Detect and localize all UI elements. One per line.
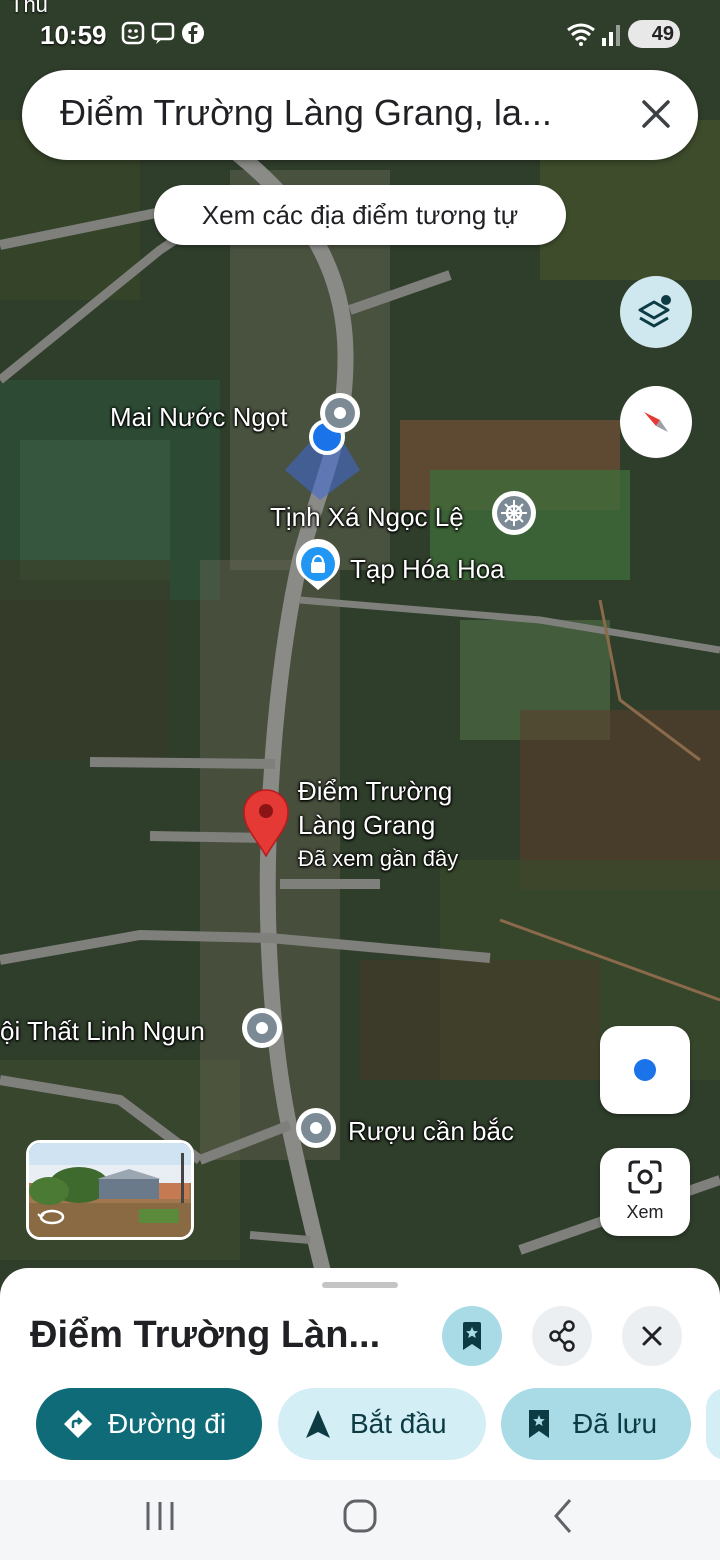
camera-lens-icon	[628, 1160, 662, 1194]
share-icon	[549, 1320, 575, 1352]
carrier-text: Thu	[10, 0, 48, 17]
signal-icon	[602, 25, 620, 46]
saved-label: Đã lưu	[573, 1408, 658, 1439]
status-bar: Thu 10:59 49	[0, 0, 720, 56]
place-marker-ruou	[296, 1108, 336, 1148]
compass-button[interactable]	[620, 386, 692, 458]
label-tap-hoa[interactable]: Tạp Hóa Hoa	[350, 554, 505, 585]
saved-button[interactable]: Đã lưu	[501, 1388, 691, 1460]
battery-level: 49	[651, 23, 674, 45]
temple-marker	[492, 491, 536, 535]
layers-button[interactable]	[620, 276, 692, 348]
recent-apps-icon[interactable]	[140, 1498, 180, 1534]
label-ruou[interactable]: Rượu cần bắc	[348, 1116, 514, 1147]
bookmark-icon	[529, 1410, 549, 1438]
directions-button[interactable]: Đường đi	[36, 1388, 262, 1460]
label-destination-line1[interactable]: Điểm Trường	[298, 776, 452, 807]
label-destination-note: Đã xem gần đây	[298, 846, 459, 871]
status-time: 10:59	[40, 20, 107, 50]
system-navigation-bar	[0, 1480, 720, 1560]
back-icon[interactable]	[544, 1496, 584, 1536]
street-view-thumbnail[interactable]	[26, 1140, 194, 1240]
label-destination-line2[interactable]: Làng Grang	[298, 810, 435, 841]
directions-label: Đường đi	[108, 1408, 227, 1439]
bookmark-icon	[463, 1322, 481, 1350]
close-sheet-button[interactable]	[622, 1306, 682, 1366]
compass-icon	[644, 412, 668, 432]
drag-handle[interactable]	[322, 1282, 398, 1288]
directions-icon	[64, 1410, 92, 1438]
place-marker-mai-nuoc-ngot	[320, 393, 360, 433]
similar-places-chip[interactable]: Xem các địa điểm tương tự	[154, 185, 566, 245]
search-query[interactable]: Điểm Trường Làng Grang, la...	[60, 92, 552, 134]
my-location-icon	[634, 1059, 656, 1081]
facebook-icon	[182, 22, 204, 44]
more-actions-pill[interactable]	[706, 1388, 720, 1460]
start-label: Bắt đầu	[350, 1408, 447, 1439]
place-marker-noi-that	[242, 1008, 282, 1048]
my-location-button[interactable]	[600, 1026, 690, 1114]
place-title: Điểm Trường Làn...	[30, 1314, 381, 1356]
home-icon[interactable]	[340, 1496, 380, 1536]
label-noi-that[interactable]: ội Thất Linh Ngun	[0, 1016, 205, 1047]
street-view-rotate-icon	[37, 1209, 65, 1225]
wifi-icon	[567, 23, 595, 46]
search-bar[interactable]: Điểm Trường Làng Grang, la...	[22, 70, 698, 160]
layers-icon	[638, 295, 671, 328]
lens-label: Xem	[626, 1202, 664, 1222]
label-mai-nuoc-ngot[interactable]: Mai Nước Ngọt	[110, 402, 288, 433]
share-button[interactable]	[532, 1306, 592, 1366]
navigation-arrow-icon	[306, 1410, 330, 1438]
clear-search-icon[interactable]	[634, 92, 678, 136]
save-icon-button[interactable]	[442, 1306, 502, 1366]
lens-button[interactable]: Xem	[600, 1148, 690, 1236]
label-tinh-xa[interactable]: Tịnh Xá Ngọc Lệ	[270, 502, 464, 533]
message-icon	[151, 22, 175, 44]
notification-icon	[121, 21, 145, 45]
close-icon	[642, 1326, 662, 1346]
battery-indicator: 49	[628, 20, 680, 48]
start-button[interactable]: Bắt đầu	[278, 1388, 486, 1460]
